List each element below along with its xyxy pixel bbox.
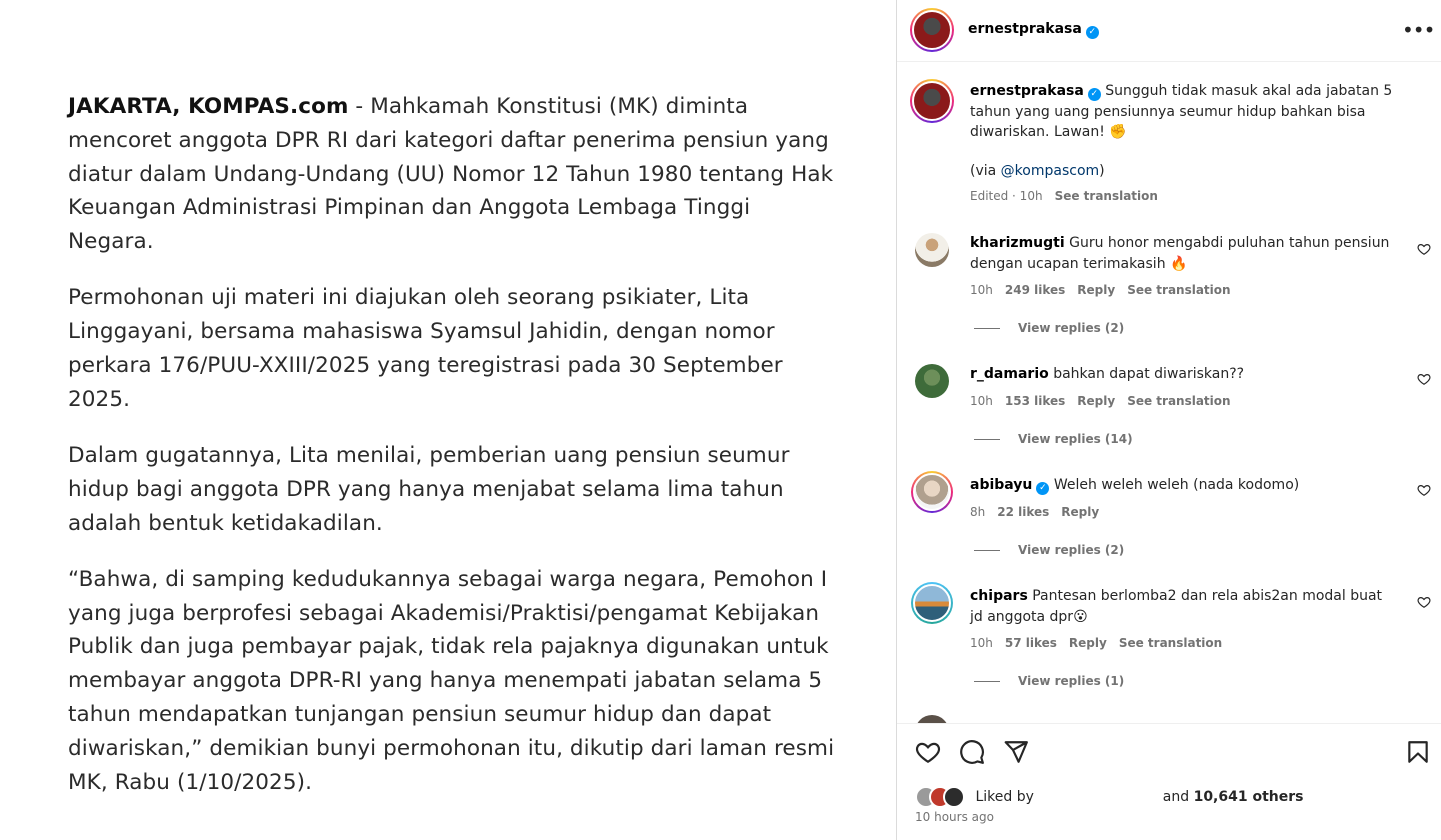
caption-edited: Edited · 10h — [970, 189, 1043, 203]
bookmark-icon[interactable] — [1405, 739, 1431, 765]
article-paragraph-1: JAKARTA, KOMPAS.com - Mahkamah Konstitus… — [68, 90, 838, 259]
mention-link[interactable]: @kompascom — [1001, 163, 1099, 179]
article-paragraph-3: Dalam gugatannya, Lita menilai, pemberia… — [68, 442, 790, 536]
like-comment-heart-icon[interactable] — [1417, 595, 1431, 609]
comment-meta: 10h 249 likes Reply See translation — [970, 283, 1243, 297]
like-heart-icon[interactable] — [915, 739, 941, 765]
reply-button[interactable]: Reply — [1069, 636, 1107, 650]
comment-text: bahkan dapat diwariskan?? — [1053, 366, 1245, 382]
comment-likes[interactable]: 57 likes — [1005, 636, 1057, 650]
liker-avatar — [943, 786, 965, 808]
like-comment-heart-icon[interactable] — [1417, 483, 1431, 497]
more-options-icon[interactable]: ••• — [1402, 18, 1435, 42]
comment-username[interactable]: kharizmugti — [970, 235, 1065, 251]
reply-button[interactable]: Reply — [1077, 283, 1115, 297]
article-paragraph-2: Permohonan uji materi ini diajukan oleh … — [68, 285, 783, 412]
comment-text: Pantesan berlomba2 dan rela abis2an moda… — [970, 588, 1383, 625]
see-translation-button[interactable]: See translation — [1055, 189, 1158, 203]
commenter-avatar-image — [913, 473, 951, 511]
comment-body: r_damario bahkan dapat diwariskan?? — [970, 364, 1390, 385]
replies-divider-line — [974, 681, 1000, 682]
comment-time: 10h — [970, 636, 993, 650]
caption-main: ernestprakasa ✓ Sungguh tidak masuk akal … — [970, 81, 1430, 143]
others-count[interactable]: 10,641 others — [1194, 789, 1304, 805]
caption-via: (via @kompascom) — [970, 161, 1430, 182]
comment-meta: 10h 153 likes Reply See translation — [970, 394, 1243, 408]
caption-username[interactable]: ernestprakasa — [970, 83, 1084, 99]
comment-text: Weleh weleh weleh (nada kodomo) — [1053, 477, 1300, 493]
comment-body: kharizmugti Guru honor mengabdi puluhan … — [970, 233, 1390, 275]
liked-by-avatars[interactable] — [915, 786, 971, 808]
view-replies-button[interactable]: View replies (1) — [974, 674, 1124, 688]
commenter-avatar[interactable] — [911, 471, 953, 513]
comment-body: chipars Pantesan berlomba2 dan rela abis… — [970, 586, 1390, 628]
liked-by-label: Liked by — [975, 789, 1034, 805]
view-replies-text[interactable]: View replies (2) — [1018, 543, 1124, 557]
caption-via-prefix: (via — [970, 162, 1001, 179]
view-replies-text[interactable]: View replies (1) — [1018, 674, 1124, 688]
comment-time: 10h — [970, 283, 993, 297]
comments-list[interactable]: ernestprakasa ✓ Sungguh tidak masuk akal … — [897, 63, 1441, 723]
commenter-avatar[interactable] — [915, 364, 949, 398]
post-header: ernestprakasa ✓ ••• — [897, 0, 1441, 62]
caption-avatar-image — [912, 81, 952, 121]
comment-username[interactable]: r_damario — [970, 366, 1049, 382]
caption-text-block: ernestprakasa ✓ Sungguh tidak masuk akal … — [970, 81, 1430, 204]
replies-divider-line — [974, 328, 1000, 329]
author-avatar[interactable] — [910, 8, 954, 52]
caption-avatar[interactable] — [910, 79, 954, 123]
replies-divider-line — [974, 550, 1000, 551]
author-avatar-image — [912, 10, 952, 50]
comment-time: 10h — [970, 394, 993, 408]
reply-button[interactable]: Reply — [1061, 505, 1099, 519]
like-comment-heart-icon[interactable] — [1417, 242, 1431, 256]
verified-icon: ✓ — [1085, 26, 1099, 39]
reply-button[interactable]: Reply — [1077, 394, 1115, 408]
see-translation-button[interactable]: See translation — [1127, 283, 1230, 297]
comment-icon[interactable] — [959, 739, 985, 765]
post-timestamp[interactable]: 10 hours ago — [915, 810, 994, 824]
liked-by-and: and — [1162, 789, 1190, 805]
commenter-avatar[interactable] — [915, 715, 949, 723]
commenter-avatar-image — [913, 584, 951, 622]
commenter-avatar[interactable] — [915, 233, 949, 267]
comment-likes[interactable]: 249 likes — [1005, 283, 1065, 297]
post-media: JAKARTA, KOMPAS.com - Mahkamah Konstitus… — [0, 0, 896, 840]
replies-divider-line — [974, 439, 1000, 440]
view-replies-text[interactable]: View replies (14) — [1018, 432, 1133, 446]
comment-username[interactable]: chipars — [970, 588, 1028, 604]
article-paragraph-4: “Bahwa, di samping kedudukannya sebagai … — [68, 566, 835, 795]
view-replies-button[interactable]: View replies (2) — [974, 543, 1124, 557]
comment-meta: 8h 22 likes Reply — [970, 505, 1111, 519]
like-comment-heart-icon[interactable] — [1417, 372, 1431, 386]
author-username-text[interactable]: ernestprakasa — [968, 21, 1082, 37]
view-replies-button[interactable]: View replies (2) — [974, 321, 1124, 335]
commenter-avatar[interactable] — [911, 582, 953, 624]
post-side-panel: ernestprakasa ✓ ••• ernestprakasa ✓ Sunggu… — [896, 0, 1441, 840]
liked-by-line: Liked by and 10,641 others — [915, 786, 1304, 808]
comment-body: abibayu ✓ Weleh weleh weleh (nada kodomo) — [970, 475, 1390, 496]
view-replies-text[interactable]: View replies (2) — [1018, 321, 1124, 335]
share-icon[interactable] — [1003, 739, 1029, 765]
comment-likes[interactable]: 22 likes — [997, 505, 1049, 519]
comment-username[interactable]: abibayu — [970, 477, 1032, 493]
article-dateline: JAKARTA, KOMPAS.com — [68, 94, 349, 119]
caption-meta: Edited · 10h See translation — [970, 188, 1430, 204]
view-replies-button[interactable]: View replies (14) — [974, 432, 1133, 446]
see-translation-button[interactable]: See translation — [1119, 636, 1222, 650]
author-username[interactable]: ernestprakasa ✓ — [968, 21, 1099, 39]
see-translation-button[interactable]: See translation — [1127, 394, 1230, 408]
caption-via-suffix: ) — [1099, 162, 1105, 179]
comment-likes[interactable]: 153 likes — [1005, 394, 1065, 408]
comment-time: 8h — [970, 505, 986, 519]
comment-meta: 10h 57 likes Reply See translation — [970, 636, 1234, 650]
article-text: JAKARTA, KOMPAS.com - Mahkamah Konstitus… — [68, 90, 838, 822]
post-actions: Liked by and 10,641 others 10 hours ago — [897, 723, 1441, 840]
verified-icon: ✓ — [1087, 88, 1101, 101]
verified-icon: ✓ — [1036, 482, 1050, 495]
